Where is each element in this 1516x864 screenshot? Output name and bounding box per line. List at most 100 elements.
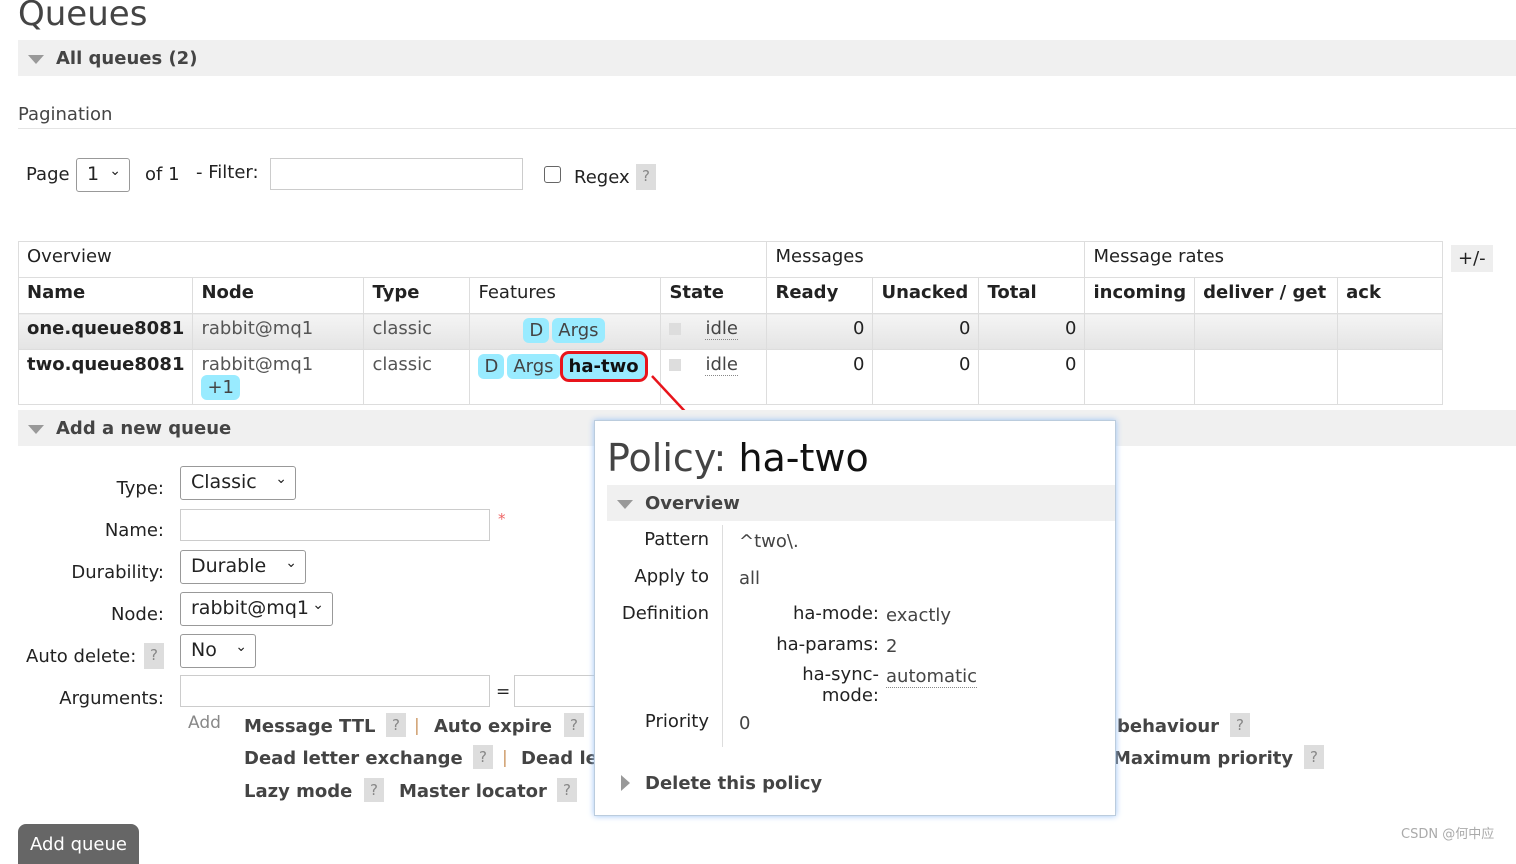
queue-state: idle [705, 318, 738, 340]
triangle-down-icon [617, 500, 633, 509]
arg-maximum-priority[interactable]: Maximum priority [1113, 748, 1293, 769]
regex-label: Regex [574, 167, 630, 188]
name-input[interactable] [180, 509, 490, 541]
policy-badge[interactable]: ha-two [559, 351, 648, 382]
col-state[interactable]: State [660, 277, 768, 314]
separator: | [502, 748, 508, 768]
arg-lazy-mode[interactable]: Lazy mode [244, 781, 352, 802]
add-label: Add [188, 713, 221, 733]
columns-toggle-button[interactable]: +/- [1451, 245, 1493, 272]
regex-help-button[interactable]: ? [636, 164, 656, 190]
regex-checkbox[interactable] [544, 166, 561, 183]
chevron-down-icon: ⌄ [285, 555, 297, 571]
auto-delete-label: Auto delete: [26, 646, 137, 667]
page-value: 1 [87, 163, 100, 185]
arg-message-ttl[interactable]: Message TTL [244, 716, 376, 737]
type-value: Classic [191, 471, 257, 493]
total-count: 0 [978, 313, 1086, 350]
equals-sign: = [496, 682, 511, 702]
arg-auto-expire[interactable]: Auto expire [434, 716, 552, 737]
col-name[interactable]: Name [17, 277, 194, 314]
help-button[interactable]: ? [386, 713, 406, 737]
col-unacked[interactable]: Unacked [872, 277, 980, 314]
col-ack[interactable]: ack [1337, 277, 1443, 314]
queue-type: classic [363, 349, 471, 405]
triangle-right-icon [621, 775, 630, 791]
help-button[interactable]: ? [473, 745, 493, 769]
feature-durable-badge: D [523, 318, 550, 343]
chevron-down-icon: ⌄ [235, 639, 247, 655]
arguments-label: Arguments: [59, 688, 164, 709]
help-button[interactable]: ? [557, 778, 577, 802]
page-of: of 1 [145, 164, 180, 185]
state-indicator [669, 323, 682, 335]
popup-overview-toggle[interactable]: Overview [607, 485, 1115, 521]
col-incoming[interactable]: incoming [1084, 277, 1196, 314]
all-queues-toggle[interactable]: All queues (2) [18, 40, 1516, 76]
feature-durable-badge: D [478, 354, 505, 379]
argument-key-input[interactable] [180, 675, 490, 707]
feature-args-badge: Args [507, 354, 560, 379]
chevron-down-icon: ⌄ [109, 163, 121, 179]
help-button[interactable]: ? [364, 778, 384, 802]
total-count: 0 [978, 349, 1086, 405]
queue-node: rabbit@mq1 [201, 354, 314, 375]
col-features: Features [469, 277, 662, 314]
pattern-label: Pattern [644, 529, 709, 550]
durability-select[interactable]: Durable ⌄ [180, 550, 306, 584]
policy-popup: Policy: ha-two Overview Pattern ^two\. A… [594, 420, 1116, 816]
queue-name-link[interactable]: two.queue8081 [27, 354, 184, 375]
definition-value: exactly [886, 605, 952, 626]
page-label: Page [26, 164, 70, 185]
queue-name-link[interactable]: one.queue8081 [27, 318, 184, 339]
page-title: Queues [18, 0, 148, 34]
type-select[interactable]: Classic ⌄ [180, 466, 296, 500]
watermark: CSDN @何中应 [1401, 827, 1495, 842]
auto-delete-select[interactable]: No ⌄ [180, 634, 256, 668]
required-marker: * [498, 510, 506, 528]
priority-value: 0 [739, 713, 751, 734]
ready-count: 0 [766, 349, 874, 405]
add-queue-title: Add a new queue [56, 418, 232, 439]
definition-value: 2 [886, 636, 898, 657]
table-row[interactable]: one.queue8081 rabbit@mq1 classic D Args i… [17, 313, 1443, 350]
definition-key: ha-sync-mode: [802, 664, 879, 706]
arg-overflow-behaviour[interactable]: behaviour [1117, 716, 1219, 737]
popup-title-prefix: Policy: [607, 436, 727, 480]
col-deliver-get[interactable]: deliver / get [1194, 277, 1339, 314]
arg-dead-letter-exchange[interactable]: Dead letter exchange [244, 748, 463, 769]
arg-master-locator[interactable]: Master locator [399, 781, 547, 802]
queues-table: Overview Messages Message rates Name Nod… [17, 241, 1443, 405]
pattern-value: ^two\. [739, 531, 799, 552]
col-type[interactable]: Type [363, 277, 471, 314]
arg-dead-letter-routing-key[interactable]: Dead le [521, 748, 598, 769]
pagination-heading: Pagination [18, 104, 1516, 129]
page-select[interactable]: 1 ⌄ [76, 158, 130, 192]
popup-policy-name: ha-two [738, 436, 869, 480]
divider [722, 525, 723, 747]
add-queue-button[interactable]: Add queue [18, 824, 139, 864]
auto-delete-help-button[interactable]: ? [144, 643, 164, 669]
help-button[interactable]: ? [1230, 713, 1250, 737]
col-node[interactable]: Node [192, 277, 365, 314]
delete-policy-toggle[interactable]: Delete this policy [645, 773, 822, 794]
filter-input[interactable] [270, 158, 523, 190]
node-select[interactable]: rabbit@mq1 ⌄ [180, 592, 333, 626]
popup-overview-label: Overview [645, 493, 740, 514]
durability-value: Durable [191, 555, 267, 577]
durability-label: Durability: [71, 562, 164, 583]
group-overview: Overview [17, 241, 768, 278]
definition-label: Definition [621, 603, 709, 624]
mirror-count-badge: +1 [201, 375, 241, 400]
definition-value: automatic [886, 666, 978, 688]
name-label: Name: [104, 520, 164, 541]
type-label: Type: [116, 478, 164, 499]
table-row[interactable]: two.queue8081 rabbit@mq1 +1 classic D Arg… [17, 349, 1443, 405]
col-ready[interactable]: Ready [766, 277, 874, 314]
help-button[interactable]: ? [1304, 745, 1324, 769]
group-messages: Messages [766, 241, 1086, 278]
definition-key: ha-mode: [792, 603, 879, 624]
chevron-down-icon: ⌄ [312, 597, 324, 613]
unacked-count: 0 [872, 313, 980, 350]
col-total[interactable]: Total [978, 277, 1086, 314]
